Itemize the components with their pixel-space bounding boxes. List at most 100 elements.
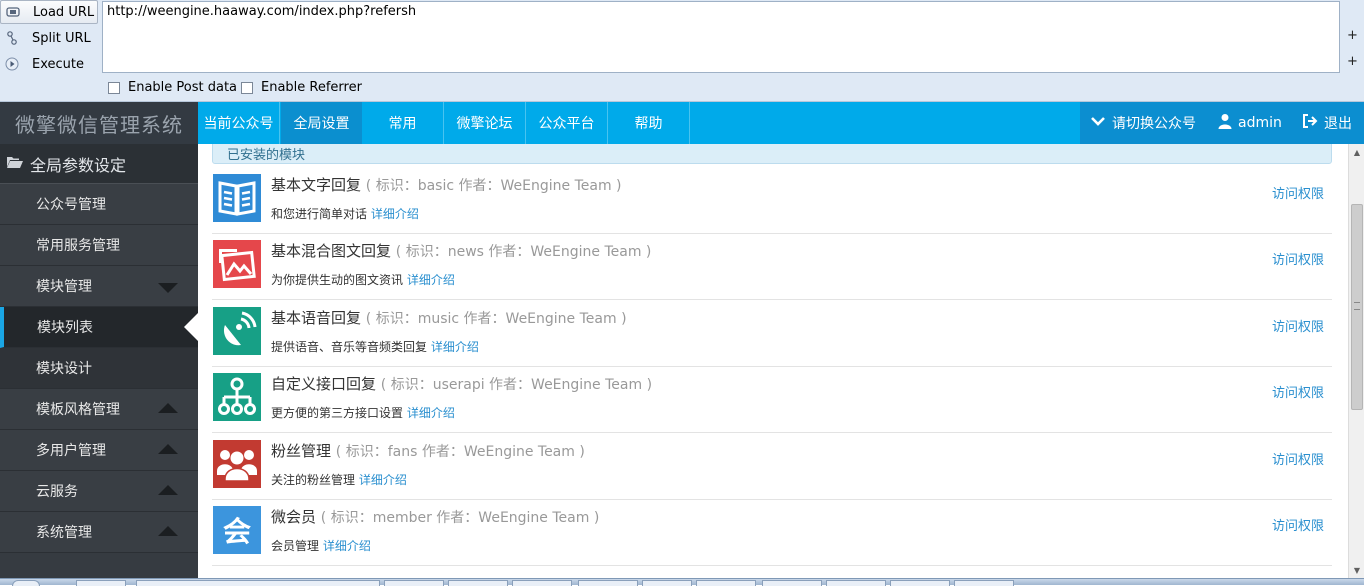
picture-icon xyxy=(213,240,261,288)
module-detail-link[interactable]: 详细介绍 xyxy=(371,207,419,221)
taskbar-item[interactable] xyxy=(954,580,1014,586)
sidebar-item-module-management[interactable]: 模块管理 xyxy=(0,266,198,307)
active-pointer-icon xyxy=(184,313,198,341)
execute-button[interactable]: Execute xyxy=(0,52,98,76)
module-row-userapi: 自定义接口回复 ( 标识：userapi 作者：WeEngine Team ) … xyxy=(212,367,1332,433)
checkbox-box[interactable] xyxy=(241,81,253,94)
split-url-label: Split URL xyxy=(32,30,91,46)
module-name: 微会员 xyxy=(271,508,317,526)
enable-referrer-checkbox[interactable]: Enable Referrer xyxy=(241,80,362,95)
access-permission-link[interactable]: 访问权限 xyxy=(1272,382,1324,401)
sidebar-item-common-services[interactable]: 常用服务管理 xyxy=(0,225,198,266)
module-row-member: 会 微会员 ( 标识：member 作者：WeEngine Team ) 会员管… xyxy=(212,500,1332,566)
module-meta: ( 标识：fans 作者：WeEngine Team ) xyxy=(335,444,585,460)
sidebar-item-label: 系统管理 xyxy=(36,525,92,541)
module-desc-text: 提供语音、音乐等音频类回复 xyxy=(271,340,428,354)
execute-label: Execute xyxy=(32,56,84,72)
taskbar-item[interactable] xyxy=(136,580,380,586)
taskbar-item[interactable] xyxy=(448,580,508,586)
access-permission-link[interactable]: 访问权限 xyxy=(1272,249,1324,268)
module-desc: 提供语音、音乐等音频类回复 详细介绍 xyxy=(271,338,479,355)
user-icon xyxy=(1218,113,1232,133)
expand-arrow-icon xyxy=(158,444,178,454)
load-url-button[interactable]: Load URL xyxy=(0,0,98,24)
book-icon xyxy=(213,174,261,222)
sidebar-item-cloud-service[interactable]: 云服务 xyxy=(0,471,198,512)
split-url-button[interactable]: Split URL xyxy=(0,26,98,50)
satellite-dish-icon xyxy=(213,307,261,355)
module-desc: 会员管理 详细介绍 xyxy=(271,537,371,554)
module-meta: ( 标识：member 作者：WeEngine Team ) xyxy=(320,510,600,526)
taskbar-item[interactable] xyxy=(578,580,638,586)
sidebar-item-system-management[interactable]: 系统管理 xyxy=(0,512,198,553)
checkbox-box[interactable] xyxy=(108,81,120,94)
split-url-icon xyxy=(4,30,20,46)
taskbar-item[interactable] xyxy=(642,580,692,586)
tab-forum[interactable]: 微擎论坛 xyxy=(444,102,526,144)
module-title: 基本文字回复 ( 标识：basic 作者：WeEngine Team ) xyxy=(271,174,622,195)
member-badge-icon: 会 xyxy=(213,506,261,554)
module-desc-text: 更方便的第三方接口设置 xyxy=(271,406,404,420)
module-row-basic: 基本文字回复 ( 标识：basic 作者：WeEngine Team ) 和您进… xyxy=(212,168,1332,234)
expand-arrow-icon xyxy=(158,485,178,495)
folder-open-icon xyxy=(6,155,24,173)
brand-title[interactable]: 微擎微信管理系统 xyxy=(0,102,198,144)
collapse-arrow-icon xyxy=(158,283,178,293)
taskbar-item[interactable] xyxy=(696,580,756,586)
chevron-down-icon xyxy=(1090,115,1106,131)
module-detail-link[interactable]: 详细介绍 xyxy=(407,273,455,287)
top-navbar: 微擎微信管理系统 当前公众号 全局设置 常用 微擎论坛 公众平台 帮助 请切换公… xyxy=(0,102,1364,144)
switch-account-label: 请切换公众号 xyxy=(1112,116,1196,132)
taskbar-item[interactable] xyxy=(512,580,572,586)
module-detail-link[interactable]: 详细介绍 xyxy=(407,406,455,420)
sidebar-item-account-management[interactable]: 公众号管理 xyxy=(0,184,198,225)
tab-help[interactable]: 帮助 xyxy=(608,102,690,144)
sidebar-header[interactable]: 全局参数设定 xyxy=(0,144,198,184)
hackbar-toolbar: Load URL Split URL Execute http://weengi… xyxy=(0,0,1364,102)
user-menu-button[interactable]: admin xyxy=(1218,102,1282,144)
expand-plus-button-2[interactable]: + xyxy=(1341,54,1364,69)
module-desc-text: 为你提供生动的图文资讯 xyxy=(271,273,404,287)
module-name: 基本混合图文回复 xyxy=(271,242,392,260)
module-title: 粉丝管理 ( 标识：fans 作者：WeEngine Team ) xyxy=(271,440,585,461)
switch-account-button[interactable]: 请切换公众号 xyxy=(1090,102,1196,144)
access-permission-link[interactable]: 访问权限 xyxy=(1272,515,1324,534)
taskbar-item[interactable] xyxy=(76,580,126,586)
start-button[interactable] xyxy=(12,580,40,586)
sidebar-item-module-list[interactable]: 模块列表 xyxy=(0,307,198,348)
users-icon xyxy=(213,440,261,488)
tab-global-settings[interactable]: 全局设置 xyxy=(281,102,362,144)
taskbar-item[interactable] xyxy=(890,580,950,586)
access-permission-link[interactable]: 访问权限 xyxy=(1272,183,1324,202)
scroll-up-arrow-icon[interactable]: ▲ xyxy=(1349,144,1364,160)
tab-common[interactable]: 常用 xyxy=(362,102,444,144)
module-detail-link[interactable]: 详细介绍 xyxy=(359,473,407,487)
module-meta: ( 标识：music 作者：WeEngine Team ) xyxy=(365,311,627,327)
module-detail-link[interactable]: 详细介绍 xyxy=(323,539,371,553)
url-textarea[interactable]: http://weengine.haaway.com/index.php?ref… xyxy=(102,1,1340,73)
taskbar-item[interactable] xyxy=(384,580,444,586)
tab-current-account[interactable]: 当前公众号 xyxy=(198,102,280,144)
tab-public-platform[interactable]: 公众平台 xyxy=(526,102,608,144)
module-row-fans: 粉丝管理 ( 标识：fans 作者：WeEngine Team ) 关注的粉丝管… xyxy=(212,434,1332,500)
expand-plus-button[interactable]: + xyxy=(1341,28,1364,43)
sidebar-item-template-style[interactable]: 模板风格管理 xyxy=(0,389,198,430)
logout-button[interactable]: 退出 xyxy=(1302,102,1352,144)
module-title: 基本混合图文回复 ( 标识：news 作者：WeEngine Team ) xyxy=(271,240,651,261)
taskbar-item[interactable] xyxy=(826,580,886,586)
module-detail-link[interactable]: 详细介绍 xyxy=(431,340,479,354)
access-permission-link[interactable]: 访问权限 xyxy=(1272,316,1324,335)
sidebar-item-module-design[interactable]: 模块设计 xyxy=(0,348,198,389)
module-meta: ( 标识：userapi 作者：WeEngine Team ) xyxy=(380,377,653,393)
vertical-scrollbar[interactable]: ▲ ▼ xyxy=(1348,144,1364,578)
module-title: 微会员 ( 标识：member 作者：WeEngine Team ) xyxy=(271,506,599,527)
sidebar-item-multi-user[interactable]: 多用户管理 xyxy=(0,430,198,471)
module-name: 粉丝管理 xyxy=(271,442,332,460)
access-permission-link[interactable]: 访问权限 xyxy=(1272,449,1324,468)
module-meta: ( 标识：basic 作者：WeEngine Team ) xyxy=(365,178,622,194)
scroll-down-arrow-icon[interactable]: ▼ xyxy=(1349,562,1364,578)
enable-post-data-checkbox[interactable]: Enable Post data xyxy=(108,80,237,95)
taskbar-item[interactable] xyxy=(762,580,822,586)
logout-label: 退出 xyxy=(1324,116,1352,132)
sidebar-item-label: 模块列表 xyxy=(37,320,93,336)
